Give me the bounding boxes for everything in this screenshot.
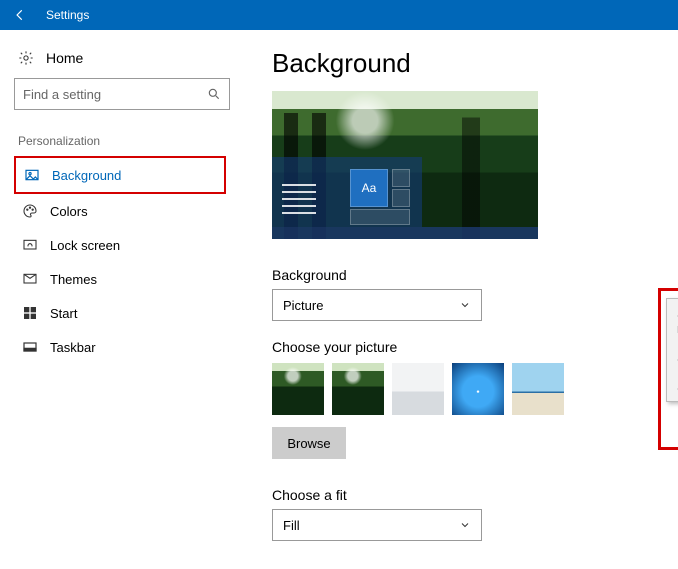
start-icon: [22, 305, 38, 321]
picture-thumb-4[interactable]: [452, 363, 504, 415]
lock-screen-icon: [22, 237, 38, 253]
sidebar-item-colors[interactable]: Colors: [14, 194, 226, 228]
sidebar-item-start[interactable]: Start: [14, 296, 226, 330]
preview-app-list: [282, 179, 316, 219]
sidebar-item-background[interactable]: Background: [14, 156, 226, 194]
taskbar-icon: [22, 339, 38, 355]
picture-thumb-3[interactable]: [392, 363, 444, 415]
desktop-preview: Aa: [272, 91, 538, 239]
sidebar-item-taskbar[interactable]: Taskbar: [14, 330, 226, 364]
home-label: Home: [46, 50, 83, 66]
sidebar: Home Find a setting Personalization Back…: [0, 30, 238, 569]
search-placeholder: Find a setting: [23, 87, 101, 102]
chevron-down-icon: [459, 299, 471, 311]
picture-thumb-1[interactable]: [272, 363, 324, 415]
search-icon: [207, 87, 221, 101]
preview-taskbar: [272, 227, 538, 239]
section-title: Personalization: [18, 134, 226, 148]
titlebar: Settings: [0, 0, 678, 30]
content: Home Find a setting Personalization Back…: [0, 30, 678, 569]
sidebar-item-label: Lock screen: [50, 238, 120, 253]
dropdown-value: Fill: [283, 518, 300, 533]
home-link[interactable]: Home: [18, 50, 226, 66]
main: Background Aa Background Picture Choose …: [238, 30, 678, 569]
picture-thumb-5[interactable]: [512, 363, 564, 415]
sidebar-item-lockscreen[interactable]: Lock screen: [14, 228, 226, 262]
sidebar-nav: Background Colors Lock screen Themes: [14, 156, 226, 364]
picture-thumbnails: [272, 363, 668, 415]
background-type-label: Background: [272, 267, 668, 283]
browse-button[interactable]: Browse: [272, 427, 346, 459]
image-icon: [24, 167, 40, 183]
background-type-dropdown[interactable]: Picture: [272, 289, 482, 321]
context-menu-item-monitor2[interactable]: Set for monitor 2: [667, 372, 678, 401]
page-title: Background: [272, 48, 668, 79]
preview-tile: [392, 169, 410, 187]
sidebar-item-label: Background: [52, 168, 121, 183]
context-menu-item-monitor1[interactable]: Set for monitor 1: [667, 343, 678, 372]
sidebar-item-label: Colors: [50, 204, 88, 219]
sidebar-item-label: Taskbar: [50, 340, 96, 355]
back-button[interactable]: [0, 0, 40, 30]
app-title: Settings: [46, 8, 89, 22]
dropdown-value: Picture: [283, 298, 323, 313]
choose-fit-label: Choose a fit: [272, 487, 668, 503]
context-menu-item-all[interactable]: Set for all monitors: [667, 299, 678, 343]
preview-tile: [392, 189, 410, 207]
gear-icon: [18, 50, 34, 66]
chevron-down-icon: [459, 519, 471, 531]
picture-thumb-2[interactable]: [332, 363, 384, 415]
context-menu: Set for all monitors Set for monitor 1 S…: [666, 298, 678, 402]
fit-dropdown[interactable]: Fill: [272, 509, 482, 541]
sidebar-item-label: Start: [50, 306, 77, 321]
sidebar-item-label: Themes: [50, 272, 97, 287]
palette-icon: [22, 203, 38, 219]
choose-picture-label: Choose your picture: [272, 339, 668, 355]
sidebar-item-themes[interactable]: Themes: [14, 262, 226, 296]
arrow-left-icon: [13, 8, 27, 22]
preview-tile-sample: Aa: [350, 169, 388, 207]
themes-icon: [22, 271, 38, 287]
search-input[interactable]: Find a setting: [14, 78, 230, 110]
preview-tile: [350, 209, 410, 225]
